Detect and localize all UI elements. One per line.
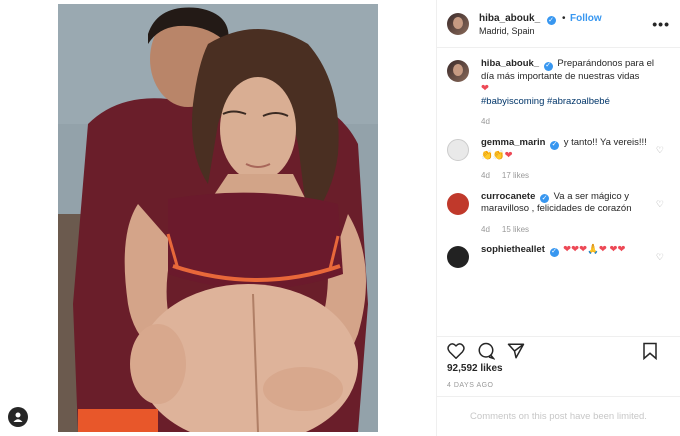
comments-limited-notice: Comments on this post have been limited. <box>437 396 680 436</box>
separator: • <box>562 12 566 24</box>
bookmark-icon[interactable] <box>642 342 658 360</box>
hashtag-link[interactable]: #babyiscoming <box>481 96 544 107</box>
like-comment-icon[interactable]: ♡ <box>656 252 664 263</box>
commenter-avatar[interactable] <box>447 246 469 269</box>
photo-illustration <box>58 4 378 432</box>
heart-emoji-icon: ❤ <box>481 83 489 95</box>
comment-item: sophietheallet ✓ ❤❤❤🙏❤ ❤❤ ♡ <box>447 244 670 269</box>
comment-meta: 4d 17 likes <box>481 170 654 183</box>
photo-column <box>0 0 436 436</box>
comments-list: hiba_abouk_ ✓ Preparándonos para el día … <box>437 58 680 328</box>
caption-avatar[interactable] <box>447 60 469 82</box>
comment-text: y tanto!! Ya vereis!!! <box>563 136 647 148</box>
caption-username[interactable]: hiba_abouk_ <box>481 58 539 69</box>
verified-badge-icon: ✓ <box>546 15 556 25</box>
comment-time: 4d <box>481 224 490 234</box>
post-photo[interactable] <box>58 4 378 432</box>
heart-emoji-icon: ❤❤❤ <box>563 244 588 256</box>
heart-icon[interactable] <box>447 342 465 359</box>
author-avatar[interactable] <box>447 12 469 35</box>
post-actions <box>437 336 680 364</box>
clap-emoji-icon: 👏👏 <box>481 149 505 161</box>
comment-body: currocanete ✓ Va a ser mágico y maravill… <box>481 191 670 237</box>
user-glyph <box>13 412 23 422</box>
caption-meta: 4d <box>481 116 654 129</box>
caption-body: hiba_abouk_ ✓ Preparándonos para el día … <box>481 58 670 129</box>
comment-icon[interactable] <box>477 342 495 360</box>
caption-time: 4d <box>481 117 490 127</box>
verified-badge-icon: ✓ <box>543 61 553 71</box>
comment-item: currocanete ✓ Va a ser mágico y maravill… <box>447 191 670 237</box>
comment-likes[interactable]: 15 likes <box>502 224 529 237</box>
comment-likes[interactable]: 17 likes <box>502 170 529 183</box>
like-comment-icon[interactable]: ♡ <box>656 145 664 156</box>
comment-item: gemma_marin ✓ y tanto!! Ya vereis!!! 👏👏❤… <box>447 137 670 183</box>
verified-badge-icon: ✓ <box>550 140 560 150</box>
like-comment-icon[interactable]: ♡ <box>656 199 664 210</box>
comment-body: sophietheallet ✓ ❤❤❤🙏❤ ❤❤ <box>481 244 670 257</box>
post-header: hiba_abouk_ ✓ • Follow Madrid, Spain ••• <box>437 0 680 48</box>
author-username[interactable]: hiba_abouk_ <box>479 13 540 24</box>
user-icon[interactable] <box>8 407 28 427</box>
author-info: hiba_abouk_ ✓ • Follow Madrid, Spain <box>479 10 652 38</box>
share-icon[interactable] <box>507 342 525 360</box>
commenter-avatar[interactable] <box>447 192 469 215</box>
likes-count[interactable]: 92,592 likes <box>447 363 503 374</box>
caption: hiba_abouk_ ✓ Preparándonos para el día … <box>447 58 670 129</box>
verified-badge-icon: ✓ <box>540 194 550 204</box>
hashtag-link[interactable]: #abrazoalbebé <box>547 96 610 107</box>
commenter-avatar[interactable] <box>447 138 469 161</box>
comment-meta: 4d 15 likes <box>481 224 654 237</box>
pray-emoji-icon: 🙏 <box>587 244 599 256</box>
more-options-icon[interactable]: ••• <box>652 16 670 32</box>
instagram-post-page: hiba_abouk_ ✓ • Follow Madrid, Spain •••… <box>0 0 680 436</box>
comment-username[interactable]: sophietheallet <box>481 244 545 255</box>
heart-emoji-icon: ❤ ❤❤ <box>598 244 626 256</box>
comment-time: 4d <box>481 171 490 180</box>
post-side-panel: hiba_abouk_ ✓ • Follow Madrid, Spain •••… <box>436 0 680 436</box>
follow-button[interactable]: Follow <box>570 13 602 24</box>
location-link[interactable]: Madrid, Spain <box>479 25 652 38</box>
verified-badge-icon: ✓ <box>549 248 559 257</box>
comment-username[interactable]: gemma_marin <box>481 137 545 148</box>
post-timestamp: 4 DAYS AGO <box>447 382 494 389</box>
heart-emoji-icon: ❤ <box>504 149 513 161</box>
comment-body: gemma_marin ✓ y tanto!! Ya vereis!!! 👏👏❤… <box>481 137 670 183</box>
comment-username[interactable]: currocanete <box>481 191 535 202</box>
